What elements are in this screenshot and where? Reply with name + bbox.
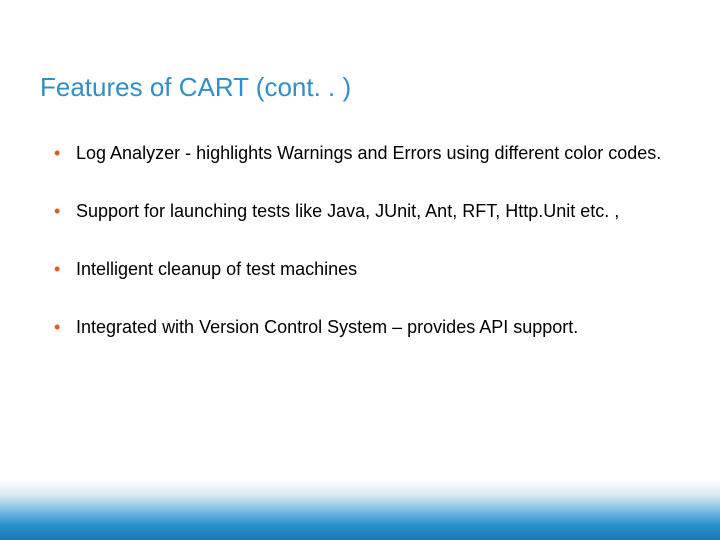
- list-item: Integrated with Version Control System –…: [48, 314, 672, 340]
- slide: Features of CART (cont. . ) Log Analyzer…: [0, 0, 720, 540]
- list-item: Support for launching tests like Java, J…: [48, 198, 672, 224]
- footer-gradient: [0, 480, 720, 540]
- list-item: Intelligent cleanup of test machines: [48, 256, 672, 282]
- slide-content: Log Analyzer - highlights Warnings and E…: [48, 140, 672, 372]
- slide-title: Features of CART (cont. . ): [40, 72, 351, 103]
- list-item: Log Analyzer - highlights Warnings and E…: [48, 140, 672, 166]
- bullet-list: Log Analyzer - highlights Warnings and E…: [48, 140, 672, 340]
